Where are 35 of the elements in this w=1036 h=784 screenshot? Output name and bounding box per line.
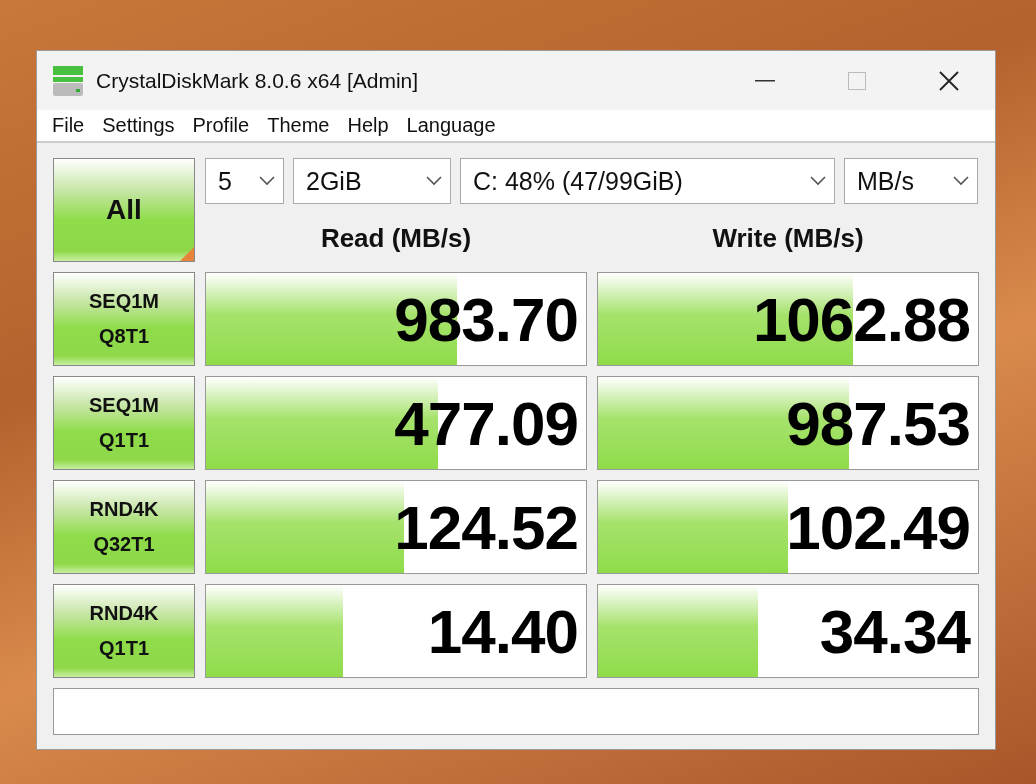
maximize-icon: [848, 71, 866, 90]
comment-field[interactable]: [53, 688, 979, 735]
chevron-down-icon: [953, 176, 969, 186]
test-button[interactable]: RND4K Q1T1: [53, 584, 195, 678]
all-button[interactable]: All: [53, 158, 195, 262]
dropdown[interactable]: 5: [205, 158, 284, 204]
close-icon: [939, 70, 959, 91]
result-cell: 102.49: [597, 480, 979, 574]
menu-item[interactable]: Language: [397, 114, 505, 137]
column-header: Write (MB/s): [711, 222, 865, 254]
result-cell: 34.34: [597, 584, 979, 678]
chevron-down-icon: [426, 176, 442, 186]
window-title: CrystalDiskMark 8.0.6 x64 [Admin]: [96, 68, 420, 93]
chevron-down-icon: [259, 176, 275, 186]
dropdown[interactable]: 2GiB: [293, 158, 451, 204]
result-cell: 14.40: [205, 584, 587, 678]
minimize-icon: [755, 79, 775, 82]
menu-item[interactable]: Theme: [258, 114, 339, 137]
chevron-down-icon: [810, 176, 826, 186]
test-button[interactable]: SEQ1M Q8T1: [53, 272, 195, 366]
menu-item[interactable]: Profile: [183, 114, 259, 137]
menu-item[interactable]: Help: [338, 114, 398, 137]
test-button[interactable]: SEQ1M Q1T1: [53, 376, 195, 470]
result-cell: 1062.88: [597, 272, 979, 366]
disk-drive-icon: [52, 64, 84, 97]
test-button[interactable]: RND4K Q32T1: [53, 480, 195, 574]
result-cell: 124.52: [205, 480, 587, 574]
result-cell: 987.53: [597, 376, 979, 470]
result-cell: 477.09: [205, 376, 587, 470]
menu-item[interactable]: Settings: [93, 114, 184, 137]
dropdown[interactable]: C: 48% (47/99GiB): [460, 158, 835, 204]
result-cell: 983.70: [205, 272, 587, 366]
column-header: Read (MB/s): [319, 222, 473, 254]
dropdown[interactable]: MB/s: [844, 158, 978, 204]
menu-item[interactable]: File: [43, 114, 94, 137]
